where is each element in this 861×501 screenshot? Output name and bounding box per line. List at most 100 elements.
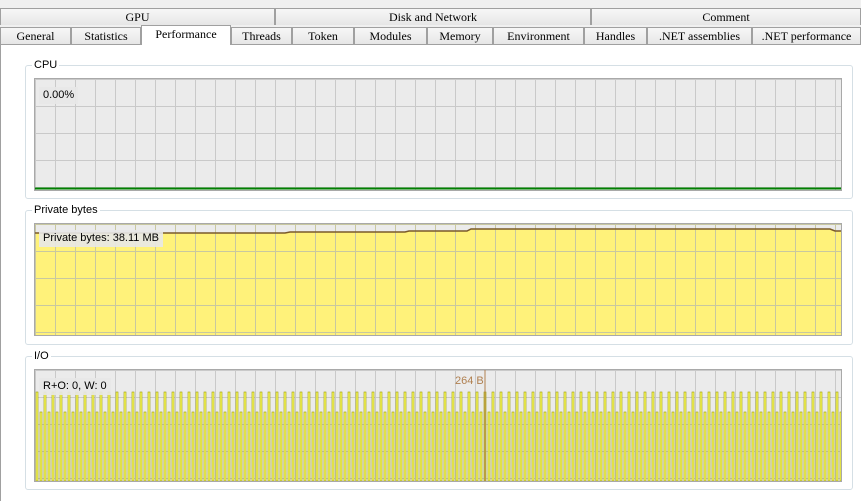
io-bar — [359, 411, 363, 481]
io-bar — [639, 411, 643, 481]
tab-modules[interactable]: Modules — [354, 27, 427, 44]
io-bar — [307, 391, 311, 481]
tab-disk-network[interactable]: Disk and Network — [275, 8, 591, 25]
cpu-value-label: 0.00% — [39, 87, 79, 104]
tab-threads[interactable]: Threads — [231, 27, 292, 44]
io-bar — [823, 411, 827, 481]
cpu-group-title: CPU — [32, 58, 60, 72]
io-bar — [387, 391, 391, 481]
tab-net-assemblies[interactable]: .NET assemblies — [647, 27, 752, 44]
io-bar — [95, 411, 99, 481]
io-bar — [815, 411, 819, 481]
io-bar — [519, 411, 523, 481]
tab-statistics[interactable]: Statistics — [71, 27, 141, 44]
io-bar — [719, 411, 723, 481]
tab-gpu[interactable]: GPU — [0, 8, 275, 25]
io-bar — [691, 391, 695, 481]
tab-performance[interactable]: Performance — [141, 25, 231, 45]
io-bar — [83, 391, 87, 481]
io-bar — [399, 411, 403, 481]
io-bar — [715, 391, 719, 481]
tab-environment[interactable]: Environment — [493, 27, 584, 44]
io-bar — [411, 391, 415, 481]
io-bar — [787, 391, 791, 481]
io-bar — [223, 411, 227, 481]
cpu-group: CPU 0.00% — [25, 58, 853, 199]
io-bar — [631, 411, 635, 481]
io-bar — [347, 391, 351, 481]
io-bar — [71, 411, 75, 481]
io-bar — [211, 391, 215, 481]
io-bar — [463, 411, 467, 481]
io-bar — [315, 391, 319, 481]
io-bar — [275, 391, 279, 481]
io-bar — [611, 391, 615, 481]
io-bar — [503, 411, 507, 481]
io-bar — [87, 411, 91, 481]
io-bar — [151, 411, 155, 481]
io-bar — [427, 391, 431, 481]
io-bar — [459, 391, 463, 481]
io-bar — [175, 411, 179, 481]
io-bar — [627, 391, 631, 481]
io-bar — [615, 411, 619, 481]
io-bar — [319, 411, 323, 481]
io-bar — [739, 391, 743, 481]
io-bar — [171, 391, 175, 481]
io-bar — [91, 391, 95, 481]
io-bar — [407, 411, 411, 481]
io-bar — [63, 411, 67, 481]
io-bar — [499, 391, 503, 481]
io-bar — [207, 411, 211, 481]
private-bytes-group-title: Private bytes — [32, 203, 100, 217]
tab-general[interactable]: General — [0, 27, 71, 44]
io-bar — [735, 411, 739, 481]
io-bar — [311, 411, 315, 481]
io-bar — [535, 411, 539, 481]
io-bar — [479, 411, 483, 481]
io-peak-label: 264 B — [455, 375, 484, 387]
io-bar — [351, 411, 355, 481]
io-bar — [439, 411, 443, 481]
io-bar — [43, 391, 47, 481]
io-bar — [775, 411, 779, 481]
io-bar — [471, 411, 475, 481]
io-bar — [623, 411, 627, 481]
io-bar — [595, 391, 599, 481]
io-bar — [259, 391, 263, 481]
io-bar — [671, 411, 675, 481]
io-bar — [831, 411, 835, 481]
tab-token[interactable]: Token — [292, 27, 354, 44]
tab-net-performance[interactable]: .NET performance — [752, 27, 861, 44]
io-group-title: I/O — [32, 349, 51, 363]
io-bar — [123, 391, 127, 481]
io-bar — [827, 391, 831, 481]
io-bar — [563, 391, 567, 481]
io-bar — [835, 391, 839, 481]
io-bar — [655, 411, 659, 481]
io-bar — [35, 391, 39, 481]
io-bar — [379, 391, 383, 481]
tab-handles[interactable]: Handles — [584, 27, 647, 44]
tab-memory[interactable]: Memory — [427, 27, 493, 44]
io-bar — [667, 391, 671, 481]
io-bar — [543, 411, 547, 481]
io-bar — [403, 391, 407, 481]
io-group: I/O R+O: 0, W: 0 264 B — [25, 349, 853, 490]
io-bar — [647, 411, 651, 481]
io-bar — [139, 391, 143, 481]
io-bar — [583, 411, 587, 481]
io-bar — [475, 391, 479, 481]
performance-panel: CPU 0.00% Private bytes Private bytes: 3… — [0, 45, 861, 501]
io-bar — [771, 391, 775, 481]
io-bar — [531, 391, 535, 481]
io-bar — [279, 411, 283, 481]
io-bar — [215, 411, 219, 481]
tab-comment[interactable]: Comment — [591, 8, 861, 25]
io-bar — [255, 411, 259, 481]
io-bar — [51, 391, 55, 481]
io-bar — [147, 391, 151, 481]
io-bar — [703, 411, 707, 481]
io-bar — [231, 411, 235, 481]
io-bar — [551, 411, 555, 481]
